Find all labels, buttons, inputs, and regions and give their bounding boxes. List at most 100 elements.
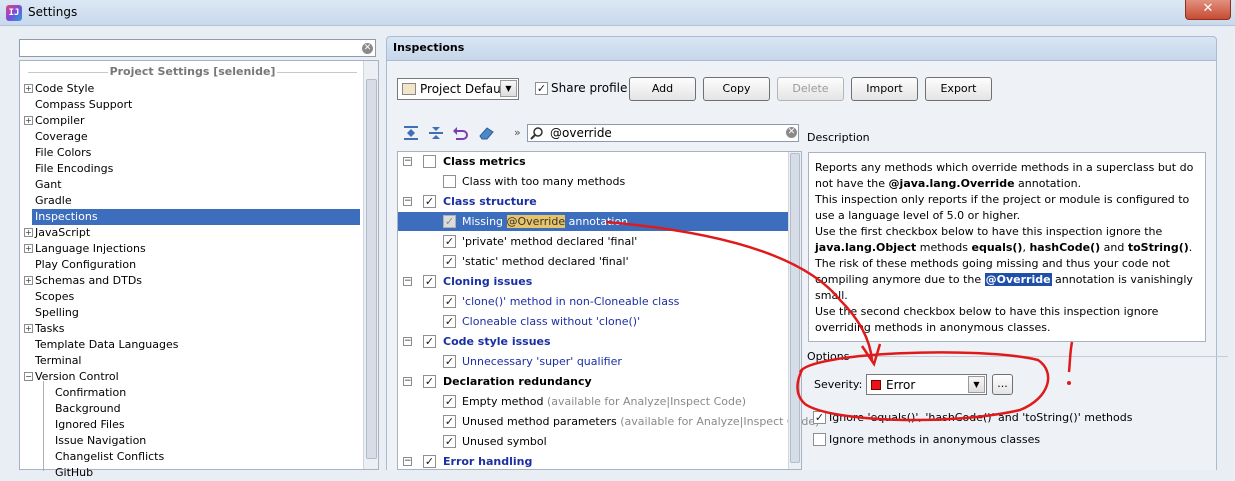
search-highlight: @Override (506, 215, 566, 228)
ignore-anonymous-checkbox[interactable] (813, 433, 826, 446)
sidebar-item-coverage[interactable]: Coverage (32, 129, 360, 145)
sidebar-item-gant[interactable]: Gant (32, 177, 360, 193)
checkbox[interactable]: ✓ (423, 275, 436, 288)
expand-all-icon[interactable] (403, 125, 421, 141)
sidebar-item-template-data-languages[interactable]: Template Data Languages (32, 337, 360, 353)
collapse-icon[interactable]: − (403, 337, 412, 346)
checkbox[interactable]: ✓ (423, 195, 436, 208)
share-profile-checkbox[interactable]: ✓ (535, 82, 548, 95)
add-profile-button[interactable]: Add (629, 77, 696, 101)
import-profile-button[interactable]: Import (851, 77, 918, 101)
checkbox[interactable] (423, 155, 436, 168)
collapse-icon[interactable]: − (403, 377, 412, 386)
close-window-button[interactable]: ✕ (1185, 0, 1231, 20)
checkbox[interactable]: ✓ (443, 235, 456, 248)
checkbox[interactable]: ✓ (443, 415, 456, 428)
sidebar-subitem-changelist-conflicts[interactable]: Changelist Conflicts (52, 449, 352, 465)
checkbox[interactable]: ✓ (443, 435, 456, 448)
expand-icon[interactable]: + (24, 84, 33, 93)
sidebar-item-code-style[interactable]: + Code Style (24, 81, 360, 97)
tree-row-unused-params[interactable]: ✓ Unused method parameters (available fo… (398, 412, 819, 431)
sidebar-item-version-control[interactable]: − Version Control (24, 369, 360, 385)
collapse-icon[interactable]: − (403, 457, 412, 466)
tree-row-missing-override[interactable]: ✓ Missing @Override annotation (398, 212, 788, 231)
sidebar-item-terminal[interactable]: Terminal (32, 353, 360, 369)
sidebar-item-play-configuration[interactable]: Play Configuration (32, 257, 360, 273)
tree-row-code-style[interactable]: − ✓ Code style issues (398, 332, 788, 351)
tree-row-class-too-many-methods[interactable]: Class with too many methods (398, 172, 788, 191)
collapse-icon[interactable]: − (24, 372, 33, 381)
checkbox[interactable]: ✓ (443, 395, 456, 408)
collapse-all-icon[interactable] (428, 125, 446, 141)
expand-icon[interactable]: + (24, 244, 33, 253)
checkbox[interactable]: ✓ (423, 335, 436, 348)
sidebar-item-file-encodings[interactable]: File Encodings (32, 161, 360, 177)
settings-tree-scroll-thumb[interactable] (366, 79, 377, 459)
settings-tree-scrollbar[interactable] (363, 61, 378, 469)
tree-row-clone-noncloneable[interactable]: ✓ 'clone()' method in non-Cloneable clas… (398, 292, 788, 311)
checkbox[interactable] (443, 175, 456, 188)
clear-search-icon[interactable]: ✕ (362, 43, 373, 54)
export-profile-button[interactable]: Export (925, 77, 992, 101)
sidebar-item-label: Schemas and DTDs (35, 274, 143, 287)
delete-profile-button[interactable]: Delete (777, 77, 844, 101)
sidebar-subitem-confirmation[interactable]: Confirmation (52, 385, 352, 401)
collapse-icon[interactable]: − (403, 277, 412, 286)
checkbox[interactable]: ✓ (443, 295, 456, 308)
expand-icon[interactable]: + (24, 116, 33, 125)
sidebar-subitem-github[interactable]: GitHub (52, 465, 352, 481)
inspections-tree-scroll-thumb[interactable] (790, 153, 800, 463)
tree-row-cloneable-without-clone[interactable]: ✓ Cloneable class without 'clone()' (398, 312, 788, 331)
expand-icon[interactable]: + (24, 276, 33, 285)
ignore-object-methods-checkbox[interactable]: ✓ (813, 411, 826, 424)
sidebar-subitem-background[interactable]: Background (52, 401, 352, 417)
collapse-icon[interactable]: − (403, 197, 412, 206)
chevron-down-icon[interactable]: ▼ (500, 80, 517, 97)
tree-row-static-final[interactable]: ✓ 'static' method declared 'final' (398, 252, 788, 271)
sidebar-subitem-ignored-files[interactable]: Ignored Files (52, 417, 352, 433)
expand-icon[interactable]: + (24, 228, 33, 237)
checkbox[interactable]: ✓ (423, 455, 436, 468)
sidebar-item-schemas-and-dtds[interactable]: + Schemas and DTDs (24, 273, 360, 289)
sidebar-item-inspections[interactable]: Inspections (32, 209, 360, 225)
checkbox[interactable]: ✓ (423, 375, 436, 388)
edit-severities-button[interactable]: ... (992, 374, 1013, 395)
tree-row-cloning-issues[interactable]: − ✓ Cloning issues (398, 272, 788, 291)
collapse-icon[interactable]: − (403, 157, 412, 166)
tree-row-class-metrics[interactable]: − Class metrics (398, 152, 788, 171)
checkbox[interactable]: ✓ (443, 255, 456, 268)
sidebar-item-spelling[interactable]: Spelling (32, 305, 360, 321)
sidebar-item-gradle[interactable]: Gradle (32, 193, 360, 209)
checkbox[interactable]: ✓ (443, 215, 456, 228)
tree-row-unnecessary-super[interactable]: ✓ Unnecessary 'super' qualifier (398, 352, 788, 371)
copy-profile-button[interactable]: Copy (703, 77, 770, 101)
tree-row-unused-symbol[interactable]: ✓ Unused symbol (398, 432, 788, 451)
sidebar-item-label: File Colors (35, 146, 92, 159)
checkbox[interactable]: ✓ (443, 355, 456, 368)
sidebar-item-javascript[interactable]: + JavaScript (24, 225, 360, 241)
sidebar-item-compiler[interactable]: + Compiler (24, 113, 360, 129)
severity-select[interactable]: Error ▼ (866, 374, 987, 395)
expand-icon[interactable]: + (24, 324, 33, 333)
sidebar-subitem-issue-navigation[interactable]: Issue Navigation (52, 433, 352, 449)
profile-select[interactable]: Project Default ▼ (397, 78, 519, 100)
tree-row-declaration-redundancy[interactable]: − ✓ Declaration redundancy (398, 372, 788, 391)
sidebar-item-label: File Encodings (35, 162, 114, 175)
sidebar-item-scopes[interactable]: Scopes (32, 289, 360, 305)
inspections-tree-scrollbar[interactable] (788, 152, 801, 469)
sidebar-item-file-colors[interactable]: File Colors (32, 145, 360, 161)
settings-search-input[interactable]: ✕ (19, 39, 376, 57)
sidebar-item-tasks[interactable]: + Tasks (24, 321, 360, 337)
tree-row-class-structure[interactable]: − ✓ Class structure (398, 192, 788, 211)
tree-row-empty-method[interactable]: ✓ Empty method (available for Analyze|In… (398, 392, 788, 411)
clear-search-icon[interactable]: ✕ (786, 127, 797, 138)
chevron-down-icon[interactable]: ▼ (968, 376, 985, 393)
inspection-search-input[interactable]: @override ✕ (527, 124, 799, 142)
reset-icon[interactable] (452, 125, 470, 141)
sidebar-item-compass-support[interactable]: Compass Support (32, 97, 360, 113)
checkbox[interactable]: ✓ (443, 315, 456, 328)
eraser-icon[interactable] (478, 125, 496, 141)
tree-row-private-final[interactable]: ✓ 'private' method declared 'final' (398, 232, 788, 251)
tree-row-error-handling[interactable]: − ✓ Error handling (398, 452, 788, 471)
sidebar-item-language-injections[interactable]: + Language Injections (24, 241, 360, 257)
